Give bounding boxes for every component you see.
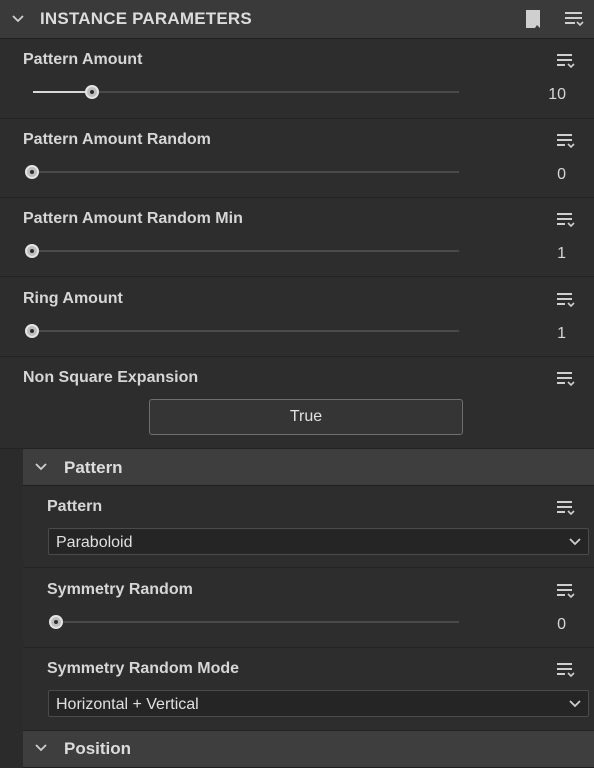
toggle-true-button[interactable]: True <box>149 399 463 435</box>
param-menu-icon[interactable] <box>556 211 578 229</box>
pattern-section-header[interactable]: Pattern <box>23 449 594 486</box>
chevron-down-icon <box>569 538 581 546</box>
param-menu-icon[interactable] <box>556 132 578 150</box>
param-row-pattern-amount-random: Pattern Amount Random 0 <box>0 119 594 198</box>
param-label: Non Square Expansion <box>23 369 199 386</box>
select-value: Paraboloid <box>56 534 133 551</box>
param-menu-icon[interactable] <box>556 370 578 388</box>
param-label: Symmetry Random Mode <box>47 660 240 677</box>
header-menu-icon[interactable] <box>564 10 586 28</box>
param-row-pattern: Pattern Paraboloid <box>23 486 594 568</box>
param-row-pattern-amount: Pattern Amount 10 <box>0 39 594 119</box>
param-label: Ring Amount <box>23 290 123 307</box>
chevron-down-icon[interactable] <box>34 741 48 755</box>
param-label: Symmetry Random <box>47 581 193 598</box>
slider-knob[interactable] <box>49 615 63 629</box>
param-value: 10 <box>548 86 566 103</box>
param-menu-icon[interactable] <box>556 582 578 600</box>
param-menu-icon[interactable] <box>556 52 578 70</box>
slider-knob[interactable] <box>85 85 99 99</box>
symmetry-mode-select[interactable]: Horizontal + Vertical <box>48 690 589 717</box>
param-value: 1 <box>557 325 566 342</box>
slider-track[interactable] <box>33 171 459 173</box>
pattern-select[interactable]: Paraboloid <box>48 528 589 555</box>
param-menu-icon[interactable] <box>556 661 578 679</box>
param-label: Pattern Amount Random <box>23 131 211 148</box>
param-row-symmetry-random: Symmetry Random 0 <box>23 568 594 648</box>
section-title: Pattern <box>64 458 123 477</box>
param-label: Pattern <box>47 498 103 515</box>
param-value: 1 <box>557 245 566 262</box>
slider-track[interactable] <box>33 250 459 252</box>
position-section-header[interactable]: Position <box>23 731 594 768</box>
instance-parameters-header[interactable]: INSTANCE PARAMETERS <box>0 0 594 39</box>
param-value: 0 <box>557 616 566 633</box>
param-label: Pattern Amount <box>23 51 143 68</box>
param-row-pattern-amount-random-min: Pattern Amount Random Min 1 <box>0 198 594 277</box>
select-value: Horizontal + Vertical <box>56 696 199 713</box>
chevron-down-icon[interactable] <box>11 12 25 26</box>
param-menu-icon[interactable] <box>556 291 578 309</box>
param-row-ring-amount: Ring Amount 1 <box>0 277 594 357</box>
slider-knob[interactable] <box>25 324 39 338</box>
param-label: Pattern Amount Random Min <box>23 210 243 227</box>
slider-knob[interactable] <box>25 244 39 258</box>
param-menu-icon[interactable] <box>556 499 578 517</box>
slider-knob[interactable] <box>25 165 39 179</box>
bookmark-icon[interactable] <box>524 8 544 30</box>
chevron-down-icon <box>569 700 581 708</box>
chevron-down-icon[interactable] <box>34 460 48 474</box>
param-value: 0 <box>557 166 566 183</box>
slider-track[interactable] <box>57 621 459 623</box>
slider-fill <box>33 91 92 93</box>
param-row-symmetry-random-mode: Symmetry Random Mode Horizontal + Vertic… <box>23 648 594 731</box>
param-row-non-square-expansion: Non Square Expansion True <box>0 357 594 449</box>
section-title: Position <box>64 739 132 758</box>
slider-track[interactable] <box>33 330 459 332</box>
header-title: INSTANCE PARAMETERS <box>40 9 252 28</box>
